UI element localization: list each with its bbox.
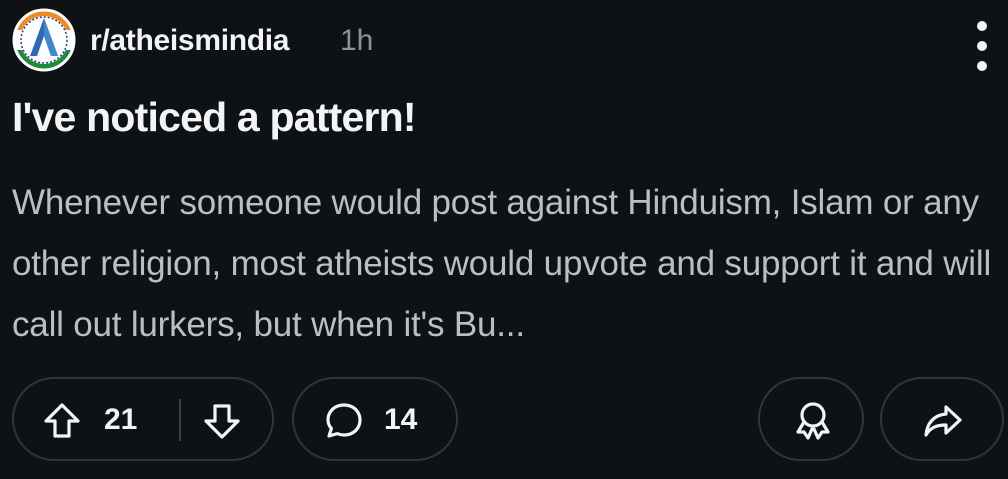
- post-body-preview[interactable]: Whenever someone would post against Hind…: [12, 172, 1002, 355]
- vertical-dots-icon: [977, 21, 987, 71]
- arrow-up-icon: [44, 403, 80, 438]
- post-title[interactable]: I've noticed a pattern!: [12, 94, 417, 141]
- share-arrow-icon: [924, 405, 962, 437]
- vote-control: 21: [12, 377, 274, 461]
- speech-bubble-icon: [326, 403, 362, 438]
- vote-divider: [179, 399, 181, 441]
- comment-count: 14: [384, 403, 418, 436]
- post-options-button[interactable]: [962, 18, 1002, 74]
- award-button[interactable]: [758, 377, 864, 461]
- subreddit-logo-icon: [12, 8, 76, 72]
- downvote-button[interactable]: [202, 401, 242, 441]
- award-icon: [796, 402, 830, 440]
- arrow-down-icon: [204, 404, 240, 439]
- share-button[interactable]: [880, 377, 1004, 461]
- vote-count: 21: [104, 403, 138, 436]
- subreddit-name[interactable]: r/atheismindia: [90, 24, 290, 58]
- upvote-button[interactable]: [42, 401, 82, 441]
- subreddit-avatar[interactable]: [12, 8, 76, 72]
- post-header: r/atheismindia 1h: [12, 8, 1002, 72]
- comments-button[interactable]: 14: [292, 377, 458, 461]
- post-timestamp: 1h: [340, 24, 374, 57]
